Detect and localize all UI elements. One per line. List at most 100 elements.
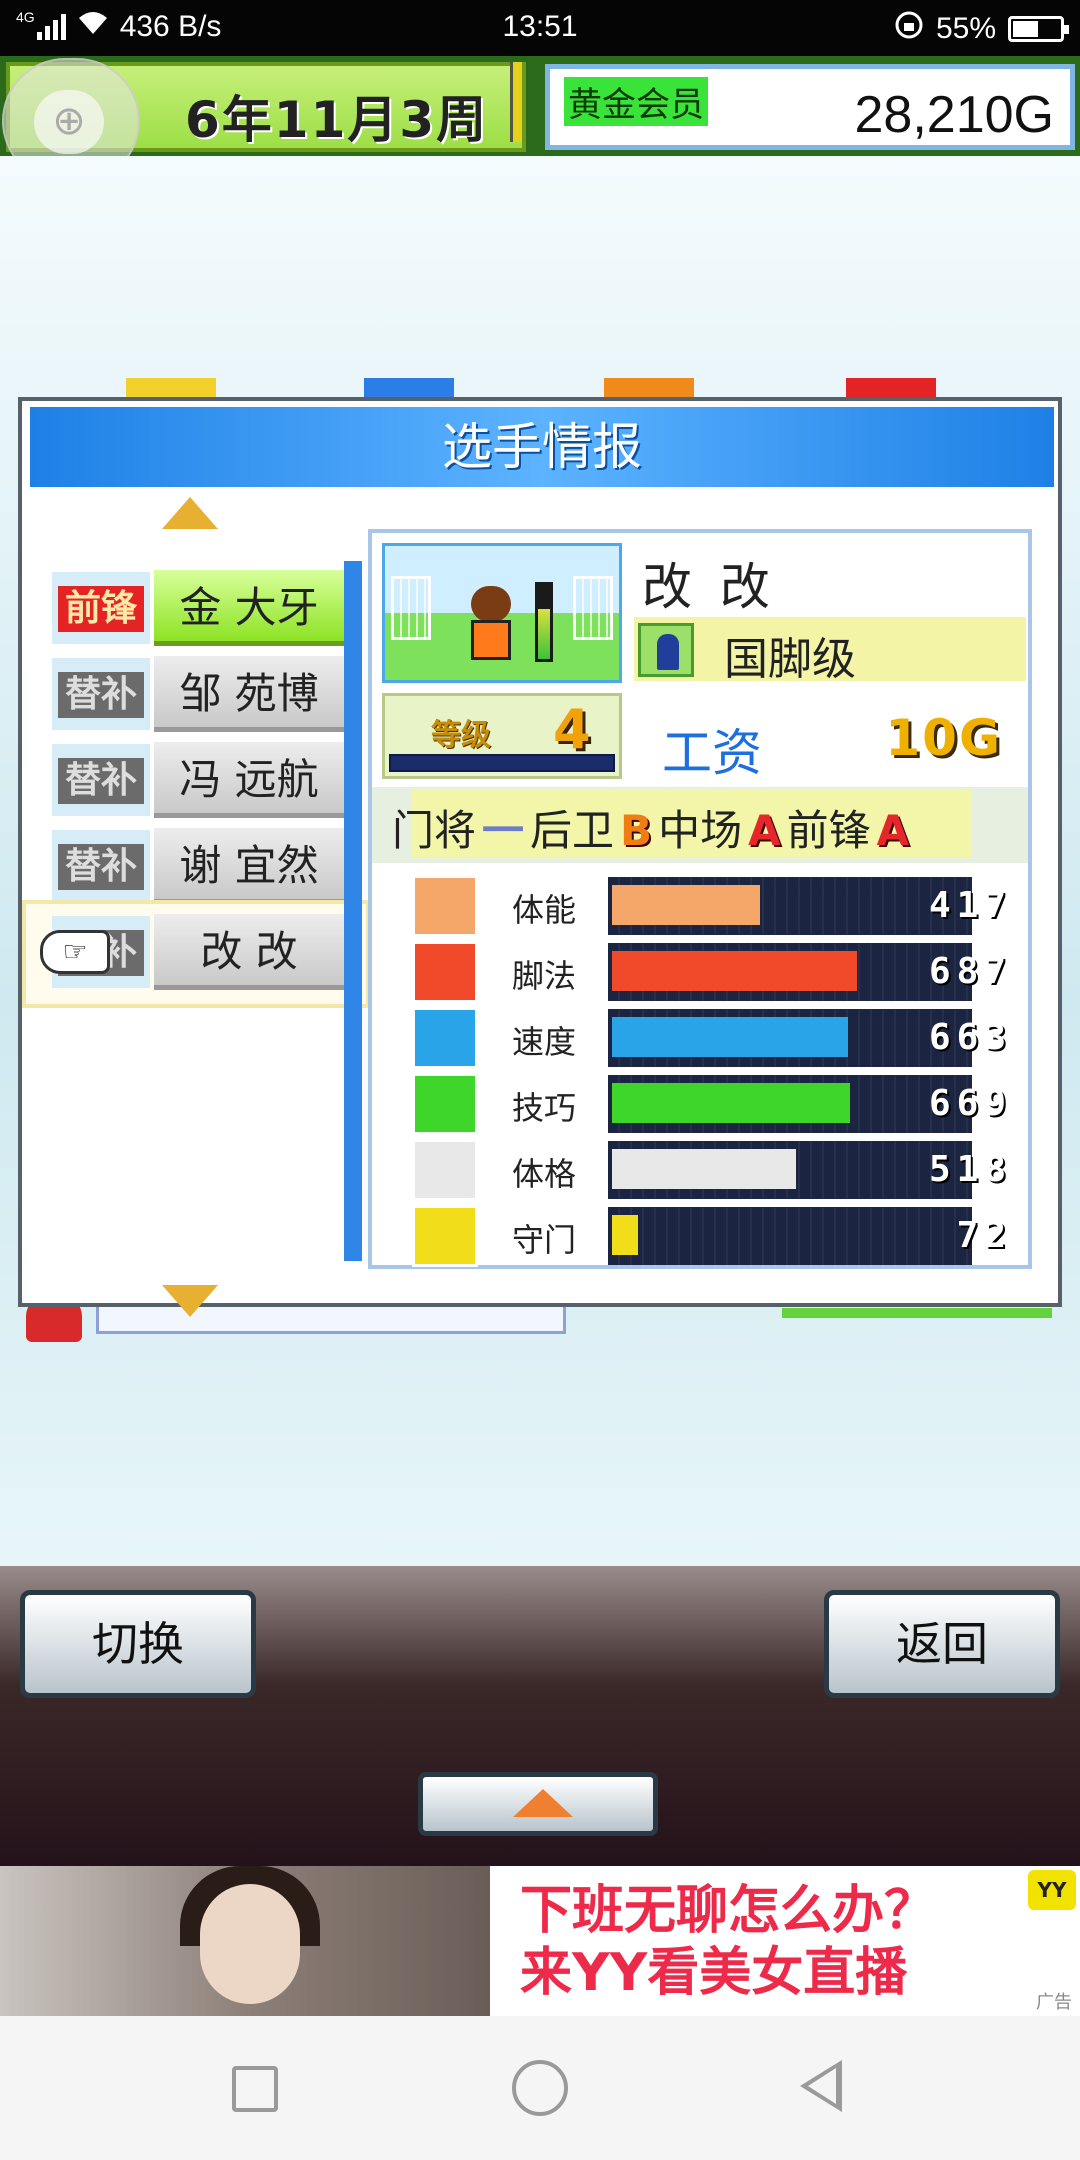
stat-bar xyxy=(608,1207,972,1265)
physique-icon xyxy=(412,1139,478,1201)
divider xyxy=(510,62,522,142)
stat-bar-fill xyxy=(612,1017,848,1057)
stat-row: 速度 663 xyxy=(412,1005,1012,1071)
stat-row: 守门 72 xyxy=(412,1203,1012,1269)
roster-scrollbar[interactable] xyxy=(344,561,362,1261)
stat-label: 体能 xyxy=(512,891,577,929)
scroll-up-arrow-icon[interactable] xyxy=(162,497,218,529)
exp-bar xyxy=(389,754,615,772)
scroll-down-arrow-icon[interactable] xyxy=(162,1285,218,1317)
stat-value: 518 xyxy=(928,1149,1012,1190)
ad-line-1: 下班无聊怎么办？ xyxy=(520,1881,937,1941)
technique-icon xyxy=(412,1073,478,1135)
position-tag: 替补 xyxy=(52,830,150,902)
ad-image xyxy=(0,1866,490,2016)
player-sprite-head xyxy=(471,586,511,622)
expand-menu-button[interactable] xyxy=(418,1772,658,1836)
wage-label: 工资 xyxy=(662,724,762,782)
speed-icon xyxy=(412,1007,478,1069)
player-name: 改 改 xyxy=(642,558,776,616)
player-name-plate[interactable]: 金 大牙 xyxy=(154,570,344,646)
ad-banner[interactable]: 下班无聊怎么办？ 来YY看美女直播 YY 广告 xyxy=(0,1866,1080,2016)
roster-list: 前锋金 大牙替补邹 苑博替补冯 远航替补谢 宜然替补改 改☞ xyxy=(22,566,370,1008)
level-label: 等级 xyxy=(431,718,491,753)
player-name-plate[interactable]: 改 改 xyxy=(154,914,344,990)
stat-label: 速度 xyxy=(512,1023,577,1061)
money-panel: 黄金会员 28,210G xyxy=(545,64,1075,150)
position-tag-label: 替补 xyxy=(58,758,144,804)
battery-icon xyxy=(1008,16,1069,42)
ad-image-face xyxy=(200,1884,300,2004)
position-grade: A xyxy=(876,806,910,855)
position-tag: 替补 xyxy=(52,658,150,730)
goalkeeping-icon xyxy=(412,1205,478,1267)
menu-tab[interactable] xyxy=(364,378,454,398)
position-ratings: 门将一后卫 B 中场 A 前锋 A xyxy=(372,787,1028,863)
stat-bar xyxy=(608,877,972,935)
player-name-plate[interactable]: 邹 苑博 xyxy=(154,656,344,732)
stat-bar-fill xyxy=(612,1083,850,1123)
position-label: 中场 xyxy=(658,806,743,855)
ad-text: 下班无聊怎么办？ 来YY看美女直播 xyxy=(520,1880,936,2004)
goal-icon xyxy=(391,576,431,640)
roster-row[interactable]: 替补谢 宜然 xyxy=(52,824,362,910)
rank-text: 国脚级 xyxy=(724,634,856,685)
roster-row[interactable]: 替补邹 苑博 xyxy=(52,652,362,738)
stat-bar-fill xyxy=(612,1149,796,1189)
stat-bar-fill xyxy=(612,1215,638,1255)
stat-bar xyxy=(608,943,972,1001)
ad-line-2: 来YY看美女直播 xyxy=(520,1943,908,2003)
stat-value: 72 xyxy=(956,1215,1012,1256)
position-tag-label: 替补 xyxy=(58,672,144,718)
position-grade: B xyxy=(620,806,653,855)
recents-button[interactable] xyxy=(232,2066,278,2112)
system-nav-bar xyxy=(0,2016,1080,2160)
dialog-title: 选手情报 xyxy=(30,407,1054,487)
rotation-lock-icon xyxy=(894,10,924,48)
status-right: 55% xyxy=(894,10,1069,48)
player-sprite-body xyxy=(471,620,511,660)
player-name-plate[interactable]: 谢 宜然 xyxy=(154,828,344,904)
ad-tag: 广告 xyxy=(1032,1988,1076,2014)
stat-list: 体能 417 脚法 687 速度 663 技巧 669 体格 518 守门 72 xyxy=(412,873,1012,1269)
position-tag-label: 前锋 xyxy=(58,586,144,632)
position-label: 前锋 xyxy=(786,806,871,855)
goal-icon xyxy=(573,576,613,640)
roster-row[interactable]: 替补改 改☞ xyxy=(22,900,370,1008)
stat-value: 687 xyxy=(928,951,1012,992)
position-grade: 一 xyxy=(482,806,525,855)
position-tag: 替补 xyxy=(52,744,150,816)
back-nav-button[interactable] xyxy=(800,2060,842,2112)
level-value: 4 xyxy=(553,698,591,761)
position-grade: A xyxy=(748,806,781,855)
stat-row: 体格 518 xyxy=(412,1137,1012,1203)
hand-pointer-icon: ☞ xyxy=(40,930,110,974)
stat-label: 体格 xyxy=(512,1155,577,1193)
back-button[interactable]: 返回 xyxy=(824,1590,1060,1698)
money-amount: 28,210G xyxy=(854,86,1055,144)
roster-row[interactable]: 前锋金 大牙 xyxy=(52,566,362,652)
position-tag-label: 替补 xyxy=(58,844,144,890)
ad-logo: YY xyxy=(1028,1870,1076,1910)
stat-bar-fill xyxy=(612,885,760,925)
game-date: 6年11月3周 xyxy=(185,91,489,149)
roster-row[interactable]: 替补冯 远航 xyxy=(52,738,362,824)
home-button[interactable] xyxy=(512,2060,568,2116)
kick-icon xyxy=(412,941,478,1003)
stat-label: 技巧 xyxy=(512,1089,577,1127)
menu-tab[interactable] xyxy=(604,378,694,398)
player-info-dialog: 选手情报 前锋金 大牙替补邹 苑博替补冯 远航替补谢 宜然替补改 改☞ 等级 4… xyxy=(18,397,1062,1317)
menu-tab[interactable] xyxy=(126,378,216,398)
switch-button[interactable]: 切换 xyxy=(20,1590,256,1698)
arrow-up-icon xyxy=(513,1789,573,1817)
status-bar: 4G 436 B/s 13:51 55% xyxy=(0,0,1080,56)
player-name-plate[interactable]: 冯 远航 xyxy=(154,742,344,818)
player-portrait xyxy=(382,543,622,683)
stat-label: 脚法 xyxy=(512,957,577,995)
stat-value: 417 xyxy=(928,885,1012,926)
game-top-bar: 6年11月3周 黄金会员 28,210G xyxy=(0,56,1080,156)
stat-row: 体能 417 xyxy=(412,873,1012,939)
stat-bar xyxy=(608,1009,972,1067)
menu-tab[interactable] xyxy=(846,378,936,398)
stat-bar xyxy=(608,1075,972,1133)
